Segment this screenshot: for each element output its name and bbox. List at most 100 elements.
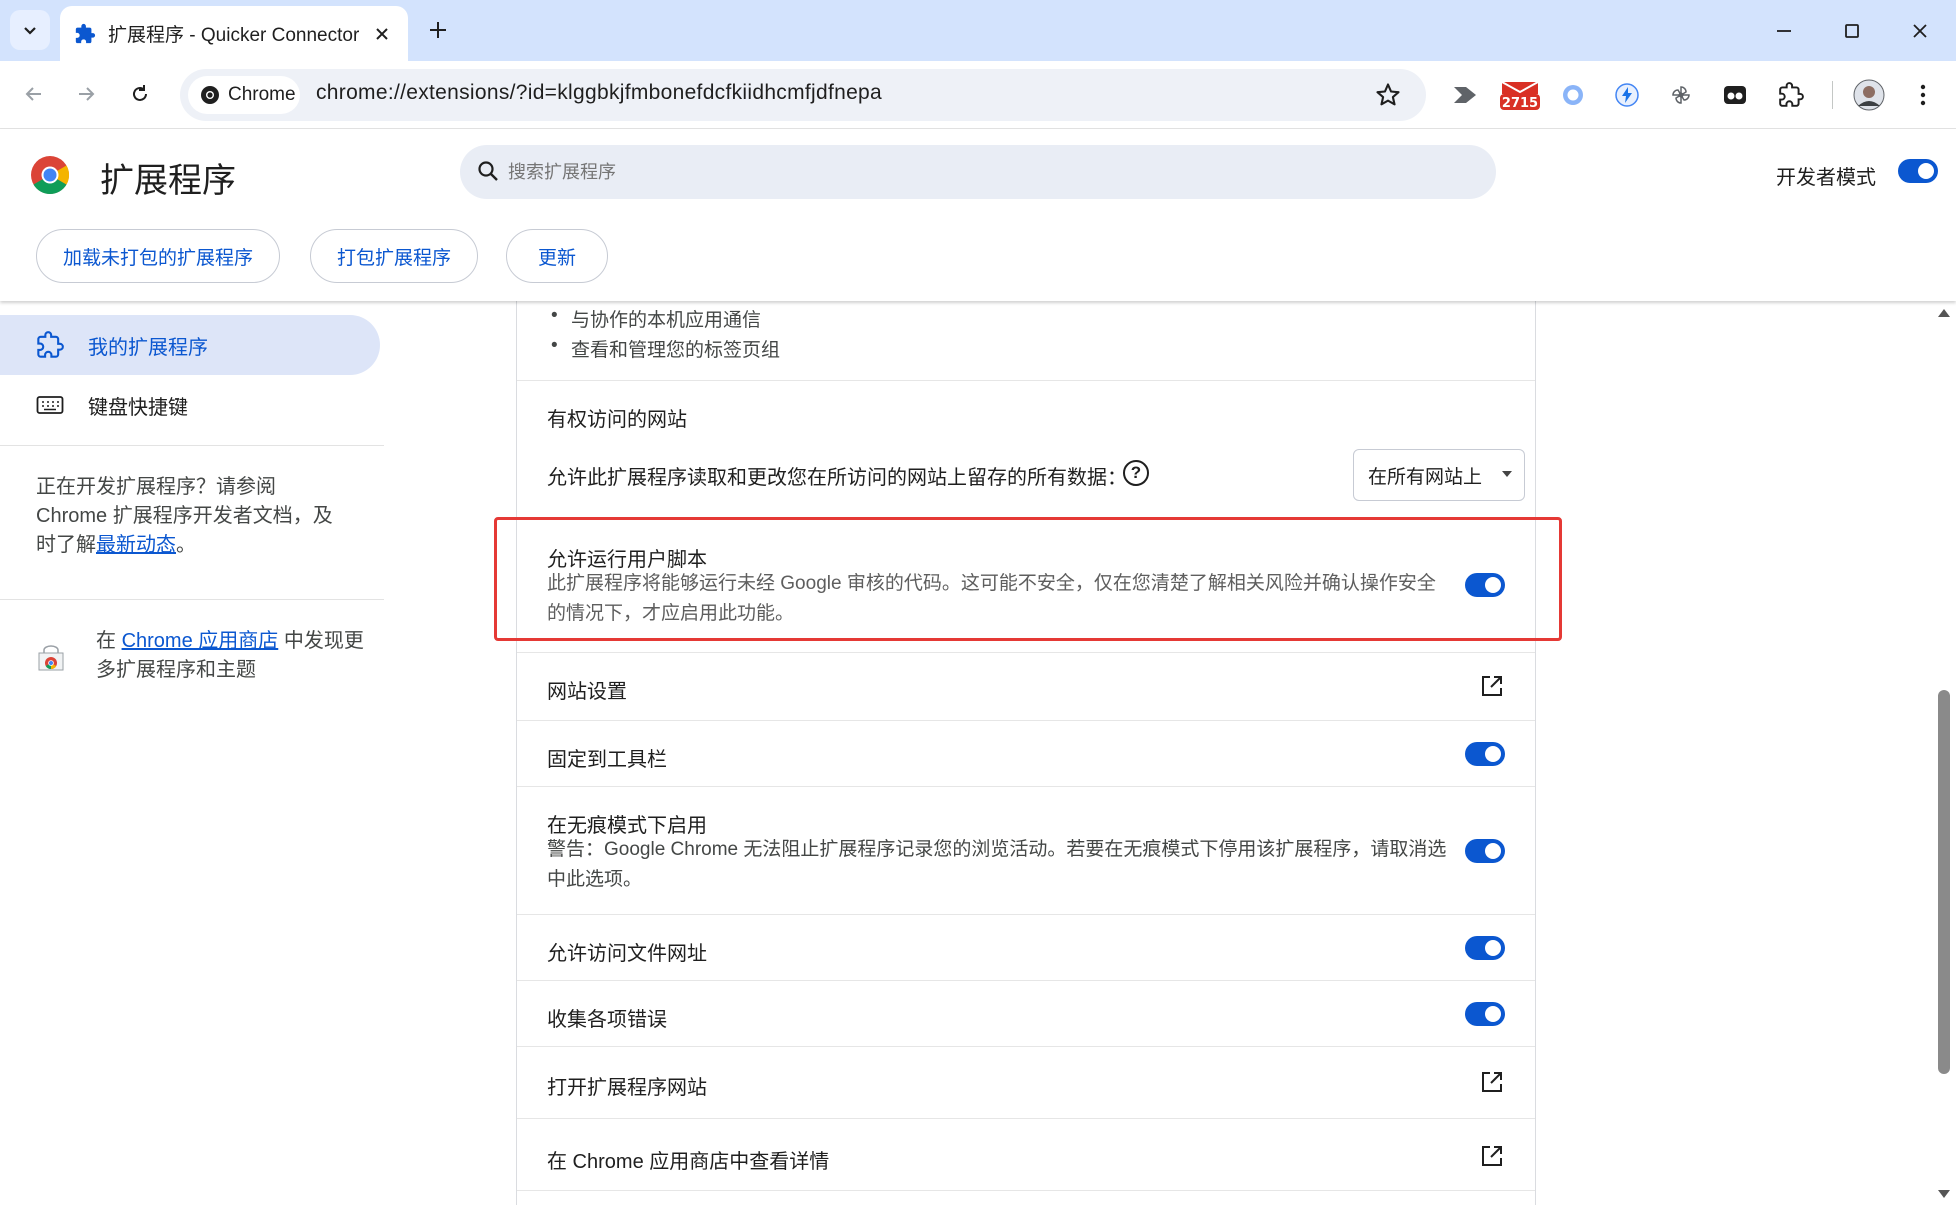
maximize-button[interactable] xyxy=(1818,0,1886,61)
file-urls-toggle[interactable] xyxy=(1465,936,1505,960)
scroll-up-arrow-icon[interactable] xyxy=(1938,309,1950,317)
chip-label: Chrome xyxy=(228,84,296,105)
user-scripts-title: 允许运行用户脚本 xyxy=(547,549,707,571)
sidebar: 我的扩展程序 键盘快捷键 正在开发扩展程序？请参阅 Chrome 扩展程序开发者… xyxy=(0,301,384,1205)
pin-toolbar-toggle[interactable] xyxy=(1465,742,1505,766)
tab-search-button[interactable] xyxy=(10,10,50,50)
site-access-select[interactable]: 在所有网站上 xyxy=(1353,449,1525,501)
minimize-icon xyxy=(1777,29,1791,32)
open-site-row[interactable]: 打开扩展程序网站 xyxy=(517,1047,1535,1119)
developer-mode-label: 开发者模式 xyxy=(1776,167,1876,189)
site-settings-row[interactable]: 网站设置 xyxy=(517,653,1535,721)
sidebar-item-keyboard-shortcuts[interactable]: 键盘快捷键 xyxy=(0,375,380,435)
tab-strip: 扩展程序 - Quicker Connector xyxy=(0,0,1956,61)
puzzle-icon xyxy=(75,23,96,43)
view-in-store-row[interactable]: 在 Chrome 应用商店中查看详情 xyxy=(517,1119,1535,1191)
tab-close-icon[interactable] xyxy=(370,22,394,46)
dropdown-caret-icon xyxy=(1502,471,1512,477)
extension-search-box[interactable] xyxy=(460,145,1496,199)
forward-button[interactable] xyxy=(66,74,106,114)
extension-glasses-icon[interactable] xyxy=(1718,78,1752,112)
chrome-logo-icon xyxy=(31,156,70,195)
user-scripts-toggle[interactable] xyxy=(1465,573,1505,597)
new-tab-button[interactable] xyxy=(420,10,456,50)
web-store-link[interactable]: Chrome 应用商店 xyxy=(122,630,279,652)
developer-mode-toggle[interactable] xyxy=(1898,159,1938,183)
extensions-header: 扩展程序 开发者模式 加载未打包的扩展程序 打包扩展程序 更新 xyxy=(0,129,1956,301)
collect-errors-toggle[interactable] xyxy=(1465,1002,1505,1026)
scroll-down-arrow-icon[interactable] xyxy=(1938,1190,1950,1198)
back-button[interactable] xyxy=(14,74,54,114)
search-icon xyxy=(478,161,498,181)
pin-toolbar-row: 固定到工具栏 xyxy=(517,721,1535,787)
keyboard-icon xyxy=(36,396,64,414)
file-urls-row: 允许访问文件网址 xyxy=(517,915,1535,981)
incognito-toggle[interactable] xyxy=(1465,839,1505,863)
arrow-left-icon xyxy=(25,87,41,101)
minimize-button[interactable] xyxy=(1750,0,1818,61)
developer-docs-text: 正在开发扩展程序？请参阅 Chrome 扩展程序开发者文档，及时了解最新动态。 xyxy=(36,476,333,556)
incognito-title: 在无痕模式下启用 xyxy=(547,815,707,837)
tab-title: 扩展程序 - Quicker Connector xyxy=(108,25,360,46)
extension-fan-icon[interactable] xyxy=(1664,78,1698,112)
site-access-section: 有权访问的网站 允许此扩展程序读取和更改您在所访问的网站上留存的所有数据： ? … xyxy=(517,381,1535,517)
browser-toolbar: Chrome chrome://extensions/?id=klggbkjfm… xyxy=(0,61,1956,129)
chevron-down-icon xyxy=(24,27,36,35)
scrollbar-thumb[interactable] xyxy=(1938,690,1950,1074)
sidebar-item-label: 我的扩展程序 xyxy=(88,336,208,359)
sidebar-divider xyxy=(0,445,384,446)
incognito-warning: 警告：Google Chrome 无法阻止扩展程序记录您的浏览活动。若要在无痕模… xyxy=(547,839,1447,890)
extensions-puzzle-icon[interactable] xyxy=(1774,78,1808,112)
extension-arrow-icon[interactable] xyxy=(1448,78,1482,112)
site-info-chip[interactable]: Chrome xyxy=(188,76,300,114)
open-site-label: 打开扩展程序网站 xyxy=(547,1077,707,1099)
collect-errors-row: 收集各项错误 xyxy=(517,981,1535,1047)
pack-extension-button[interactable]: 打包扩展程序 xyxy=(310,229,478,283)
open-in-new-icon[interactable] xyxy=(1479,1143,1505,1169)
web-store-text: 在 Chrome 应用商店 中发现更多扩展程序和主题 xyxy=(96,630,364,681)
latest-news-link[interactable]: 最新动态 xyxy=(96,534,176,556)
sidebar-divider xyxy=(0,599,384,600)
close-window-button[interactable] xyxy=(1886,0,1954,61)
profile-avatar[interactable] xyxy=(1852,78,1886,112)
site-access-description: 允许此扩展程序读取和更改您在所访问的网站上留存的所有数据： xyxy=(547,467,1127,489)
user-scripts-description: 此扩展程序将能够运行未经 Google 审核的代码。这可能不安全，仅在您清楚了解… xyxy=(547,573,1436,624)
reload-button[interactable] xyxy=(120,74,160,114)
extension-mail-badge-icon[interactable]: 2715 xyxy=(1496,78,1544,112)
open-in-new-icon[interactable] xyxy=(1479,673,1505,699)
pin-toolbar-label: 固定到工具栏 xyxy=(547,749,667,771)
maximize-icon xyxy=(1845,23,1859,38)
extension-ring-icon[interactable] xyxy=(1556,78,1590,112)
reload-icon xyxy=(133,85,147,101)
incognito-row: 在无痕模式下启用 警告：Google Chrome 无法阻止扩展程序记录您的浏览… xyxy=(517,787,1535,915)
puzzle-outline-icon xyxy=(37,331,64,358)
web-store-icon xyxy=(38,645,64,671)
sidebar-item-label: 键盘快捷键 xyxy=(88,396,188,419)
arrow-right-icon xyxy=(79,87,95,101)
user-scripts-row: 允许运行用户脚本 此扩展程序将能够运行未经 Google 审核的代码。这可能不安… xyxy=(517,517,1535,653)
toolbar-divider xyxy=(1832,81,1833,109)
site-access-value: 在所有网站上 xyxy=(1368,466,1483,488)
site-access-title: 有权访问的网站 xyxy=(547,409,687,431)
load-unpacked-button[interactable]: 加载未打包的扩展程序 xyxy=(36,229,280,283)
help-icon[interactable]: ? xyxy=(1123,460,1149,486)
open-in-new-icon[interactable] xyxy=(1479,1069,1505,1095)
site-settings-label: 网站设置 xyxy=(547,681,627,703)
update-button[interactable]: 更新 xyxy=(506,229,608,283)
badge-count: 2715 xyxy=(1502,96,1538,111)
permission-item: 与协作的本机应用通信 xyxy=(551,305,761,332)
bookmark-star-icon[interactable] xyxy=(1374,81,1402,109)
page-title: 扩展程序 xyxy=(100,162,236,200)
sidebar-item-my-extensions[interactable]: 我的扩展程序 xyxy=(0,315,380,375)
menu-kebab-icon[interactable] xyxy=(1906,78,1940,112)
extension-details-card: 与协作的本机应用通信 查看和管理您的标签页组 有权访问的网站 允许此扩展程序读取… xyxy=(516,301,1536,1205)
close-icon xyxy=(1913,23,1927,38)
collect-errors-label: 收集各项错误 xyxy=(547,1009,667,1031)
active-tab[interactable]: 扩展程序 - Quicker Connector xyxy=(60,6,408,61)
omnibox[interactable]: Chrome chrome://extensions/?id=klggbkjfm… xyxy=(180,69,1426,121)
search-input[interactable] xyxy=(508,145,1468,199)
extension-lightning-icon[interactable] xyxy=(1610,78,1644,112)
chrome-icon xyxy=(201,86,219,104)
url-text[interactable]: chrome://extensions/?id=klggbkjfmbonefdc… xyxy=(316,81,882,105)
plus-icon xyxy=(430,22,446,38)
